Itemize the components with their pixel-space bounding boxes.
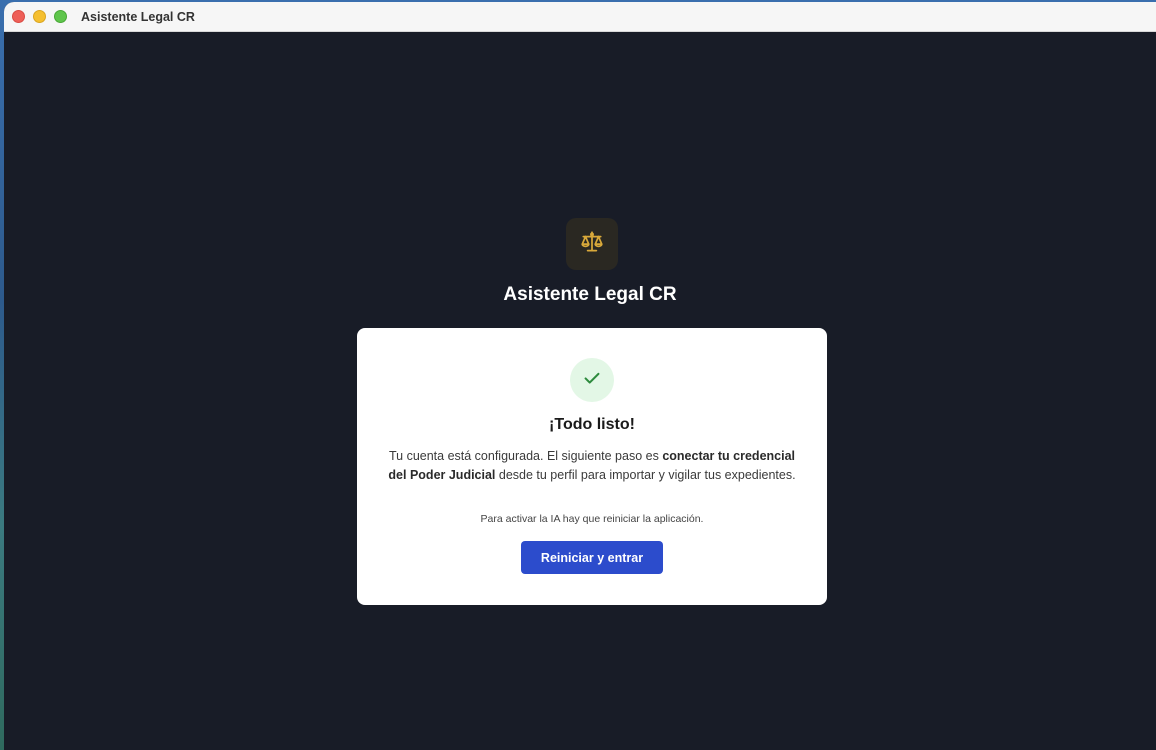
app-window: Asistente Legal CR Asistente Legal CR ¡T… bbox=[4, 2, 1156, 750]
main-content: Asistente Legal CR ¡Todo listo! Tu cuent… bbox=[4, 32, 1156, 750]
app-name: Asistente Legal CR bbox=[503, 284, 677, 305]
card-message-text: Tu cuenta está configurada. El siguiente… bbox=[388, 449, 663, 463]
minimize-window-button[interactable] bbox=[33, 10, 46, 23]
card-message: Tu cuenta está configurada. El siguiente… bbox=[385, 447, 799, 485]
window-title: Asistente Legal CR bbox=[81, 10, 195, 24]
card-title: ¡Todo listo! bbox=[549, 416, 635, 433]
setup-complete-card: ¡Todo listo! Tu cuenta está configurada.… bbox=[357, 328, 827, 605]
card-message-text-end: desde tu perfil para importar y vigilar … bbox=[495, 468, 796, 482]
check-icon bbox=[581, 367, 603, 394]
maximize-window-button[interactable] bbox=[54, 10, 67, 23]
success-badge bbox=[570, 358, 614, 402]
restart-and-enter-button[interactable]: Reiniciar y entrar bbox=[521, 541, 663, 574]
scales-icon bbox=[579, 229, 605, 260]
app-logo bbox=[566, 218, 618, 270]
title-bar: Asistente Legal CR bbox=[4, 2, 1156, 32]
restart-note: Para activar la IA hay que reiniciar la … bbox=[480, 513, 704, 525]
close-window-button[interactable] bbox=[12, 10, 25, 23]
